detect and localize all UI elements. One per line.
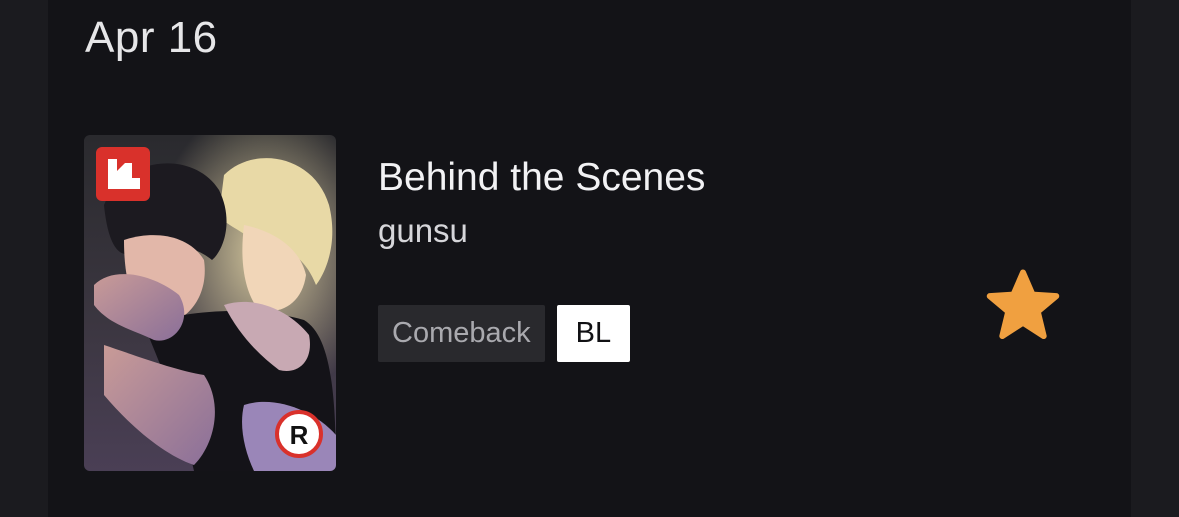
star-icon[interactable]	[986, 268, 1060, 342]
comic-card[interactable]: R Behind the Scenes gunsu Comeback BL	[84, 135, 1084, 471]
tag-comeback: Comeback	[378, 305, 545, 362]
rating-badge: R	[275, 410, 323, 458]
tag-list: Comeback BL	[378, 305, 631, 362]
schedule-page: Apr 16 R Behind the Scenes gunsu Comebac…	[0, 0, 1179, 517]
comic-title[interactable]: Behind the Scenes	[378, 155, 705, 201]
svg-text:R: R	[290, 420, 309, 450]
cover-artwork: R	[84, 135, 336, 471]
comic-cover[interactable]: R	[84, 135, 336, 471]
lezhin-logo-icon	[96, 147, 150, 201]
date-heading: Apr 16	[85, 13, 218, 62]
comic-author: gunsu	[378, 212, 468, 249]
tag-genre: BL	[556, 305, 631, 362]
